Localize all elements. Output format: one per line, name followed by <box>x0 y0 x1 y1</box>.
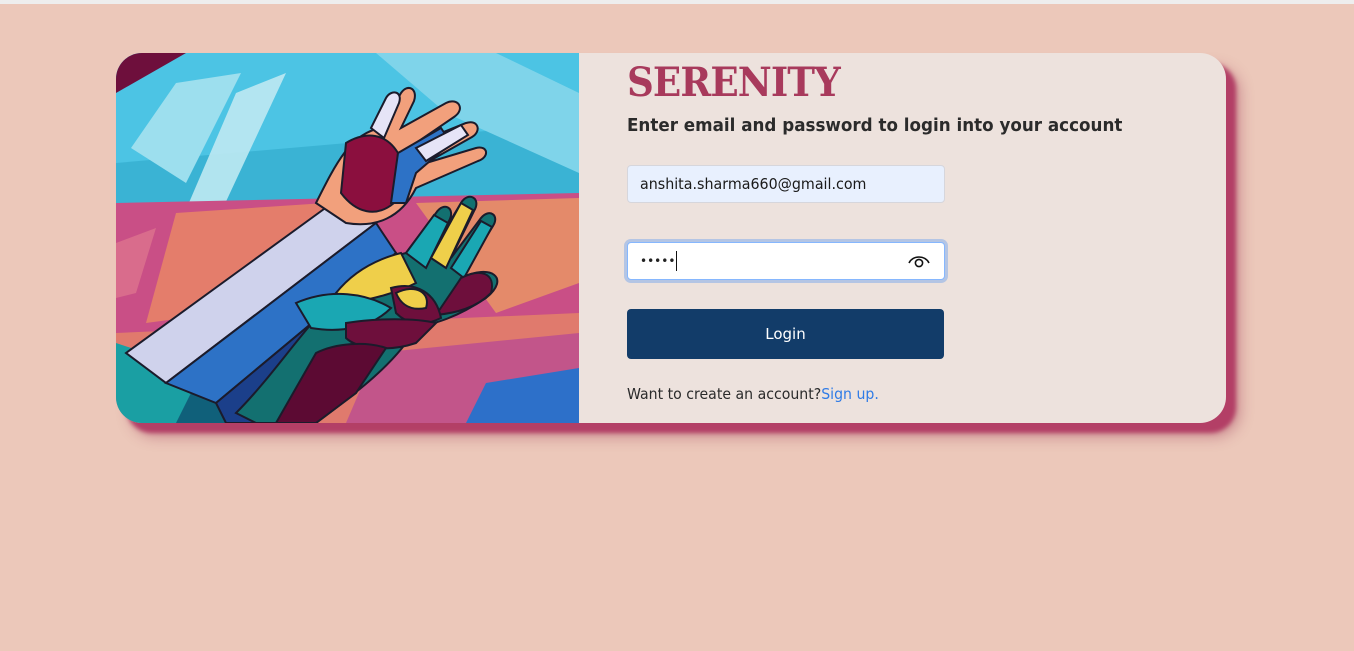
login-form: SERENITY Enter email and password to log… <box>579 53 1226 423</box>
signup-prompt: Want to create an account?Sign up. <box>627 385 879 403</box>
signup-prompt-text: Want to create an account? <box>627 385 822 403</box>
login-button[interactable]: Login <box>627 309 944 359</box>
signup-link[interactable]: Sign up. <box>821 385 879 403</box>
email-input[interactable]: anshita.sharma660@gmail.com <box>627 165 945 203</box>
text-caret <box>676 251 678 271</box>
top-strip <box>0 0 1354 4</box>
password-value: ••••• <box>640 254 676 268</box>
eye-icon[interactable] <box>908 252 930 270</box>
hands-artwork-image <box>116 53 579 423</box>
password-input[interactable]: ••••• <box>627 242 945 280</box>
login-subtitle: Enter email and password to login into y… <box>627 115 1123 136</box>
login-card: SERENITY Enter email and password to log… <box>116 53 1226 423</box>
brand-logo: SERENITY <box>627 59 841 106</box>
email-value: anshita.sharma660@gmail.com <box>640 175 867 193</box>
